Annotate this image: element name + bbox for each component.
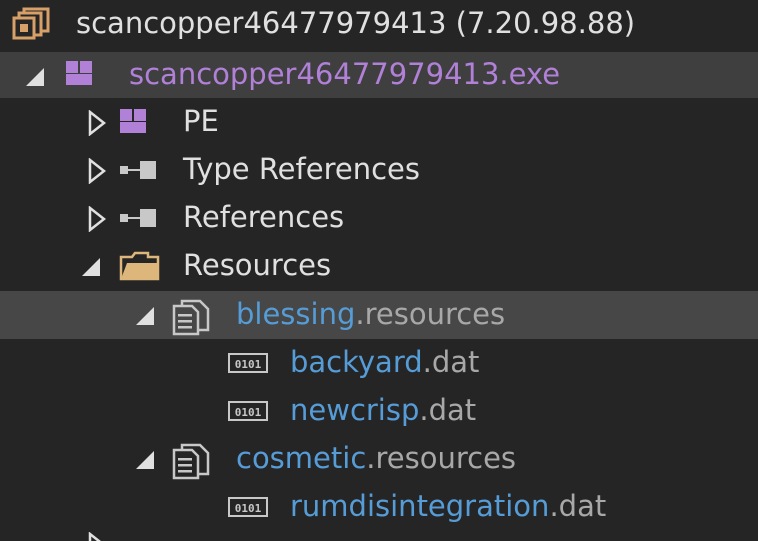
collapsed-arrow-icon[interactable] (86, 109, 108, 137)
resource-file-label: blessing.resources (236, 297, 505, 331)
assembly-label: scancopper46477979413 (7.20.98.88) (76, 6, 635, 40)
expanded-arrow-icon[interactable] (134, 446, 156, 472)
type-references-label: Type References (183, 152, 420, 186)
assembly-name: scancopper46477979413 (76, 6, 447, 40)
expanded-arrow-icon[interactable] (80, 253, 102, 279)
resource-file-icon (170, 298, 210, 336)
binary-data-icon: 0101 (226, 346, 268, 380)
tree-node-resources[interactable]: Resources (0, 242, 758, 290)
tree-node-references[interactable]: References (0, 194, 758, 242)
tree-node-pe[interactable]: PE (0, 98, 758, 146)
resource-entry-label: backyard.dat (290, 345, 479, 379)
pe-label: PE (183, 104, 219, 138)
resource-entry-ext: .dat (419, 393, 477, 427)
folder-icon (118, 249, 160, 283)
resource-entry-name: newcrisp (290, 393, 420, 427)
tree-node-resource-entry[interactable]: 0101 rumdisintegration.dat (0, 483, 758, 531)
resource-entry-name: rumdisintegration (290, 489, 550, 523)
resource-entry-name: backyard (290, 345, 423, 379)
resource-file-name: blessing (236, 297, 356, 331)
tree-node-assembly[interactable]: scancopper46477979413 (7.20.98.88) (0, 0, 758, 48)
tree-node-resource-entry[interactable]: 0101 backyard.dat (0, 339, 758, 387)
tree-node-type-references[interactable]: Type References (0, 146, 758, 194)
collapsed-arrow-icon[interactable] (86, 205, 108, 233)
assembly-icon (12, 6, 52, 40)
reference-icon (118, 201, 158, 235)
tree-node-resource-file[interactable]: blessing.resources (0, 291, 758, 339)
assembly-version: (7.20.98.88) (455, 6, 636, 40)
tree-node-resource-file[interactable]: cosmetic.resources (0, 435, 758, 483)
collapsed-arrow-icon[interactable] (86, 157, 108, 185)
resource-file-ext: .resources (366, 441, 517, 475)
binary-data-icon: 0101 (226, 490, 268, 524)
resource-file-ext: .resources (355, 297, 506, 331)
expanded-arrow-icon[interactable] (24, 63, 46, 89)
svg-text:0101: 0101 (235, 358, 262, 371)
svg-text:0101: 0101 (235, 502, 262, 515)
resource-file-name: cosmetic (236, 441, 367, 475)
binary-data-icon: 0101 (226, 394, 268, 428)
tree-node-module[interactable]: scancopper46477979413.exe (0, 52, 758, 98)
module-icon (62, 57, 102, 91)
assembly-tree-view: scancopper46477979413 (7.20.98.88) scanc… (0, 0, 758, 541)
resource-file-icon (170, 442, 210, 480)
pe-icon (116, 105, 156, 139)
references-label: References (183, 200, 345, 234)
resource-entry-ext: .dat (549, 489, 607, 523)
module-label: scancopper46477979413.exe (129, 57, 561, 91)
collapsed-arrow-icon[interactable] (86, 531, 108, 541)
expanded-arrow-icon[interactable] (134, 302, 156, 328)
tree-node-resource-entry[interactable]: 0101 newcrisp.dat (0, 387, 758, 435)
resource-entry-label: newcrisp.dat (290, 393, 476, 427)
resources-label: Resources (183, 248, 332, 282)
tree-node-partial[interactable] (0, 531, 758, 541)
reference-icon (118, 153, 158, 187)
resource-file-label: cosmetic.resources (236, 441, 516, 475)
resource-entry-ext: .dat (422, 345, 480, 379)
svg-text:0101: 0101 (235, 406, 262, 419)
resource-entry-label: rumdisintegration.dat (290, 489, 606, 523)
